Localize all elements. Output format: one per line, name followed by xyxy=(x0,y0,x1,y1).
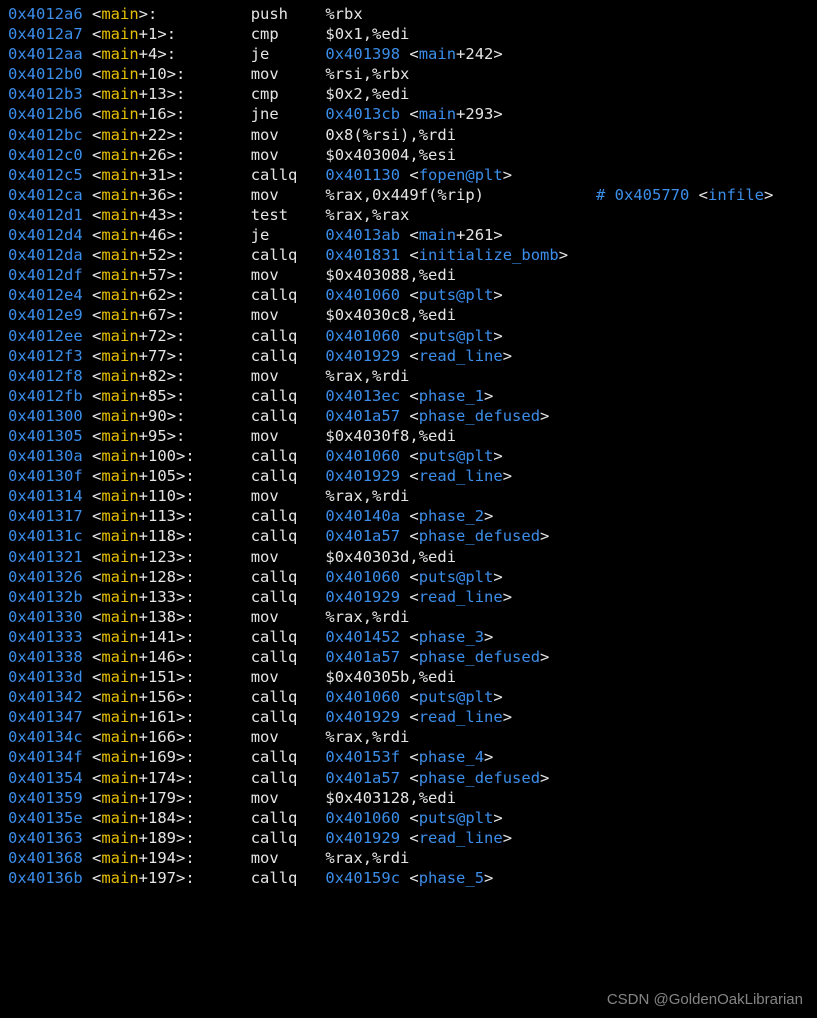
disassembly-output: 0x4012a6 <main>: push %rbx 0x4012a7 <mai… xyxy=(0,0,817,892)
watermark-text: CSDN @GoldenOakLibrarian xyxy=(607,991,803,1008)
